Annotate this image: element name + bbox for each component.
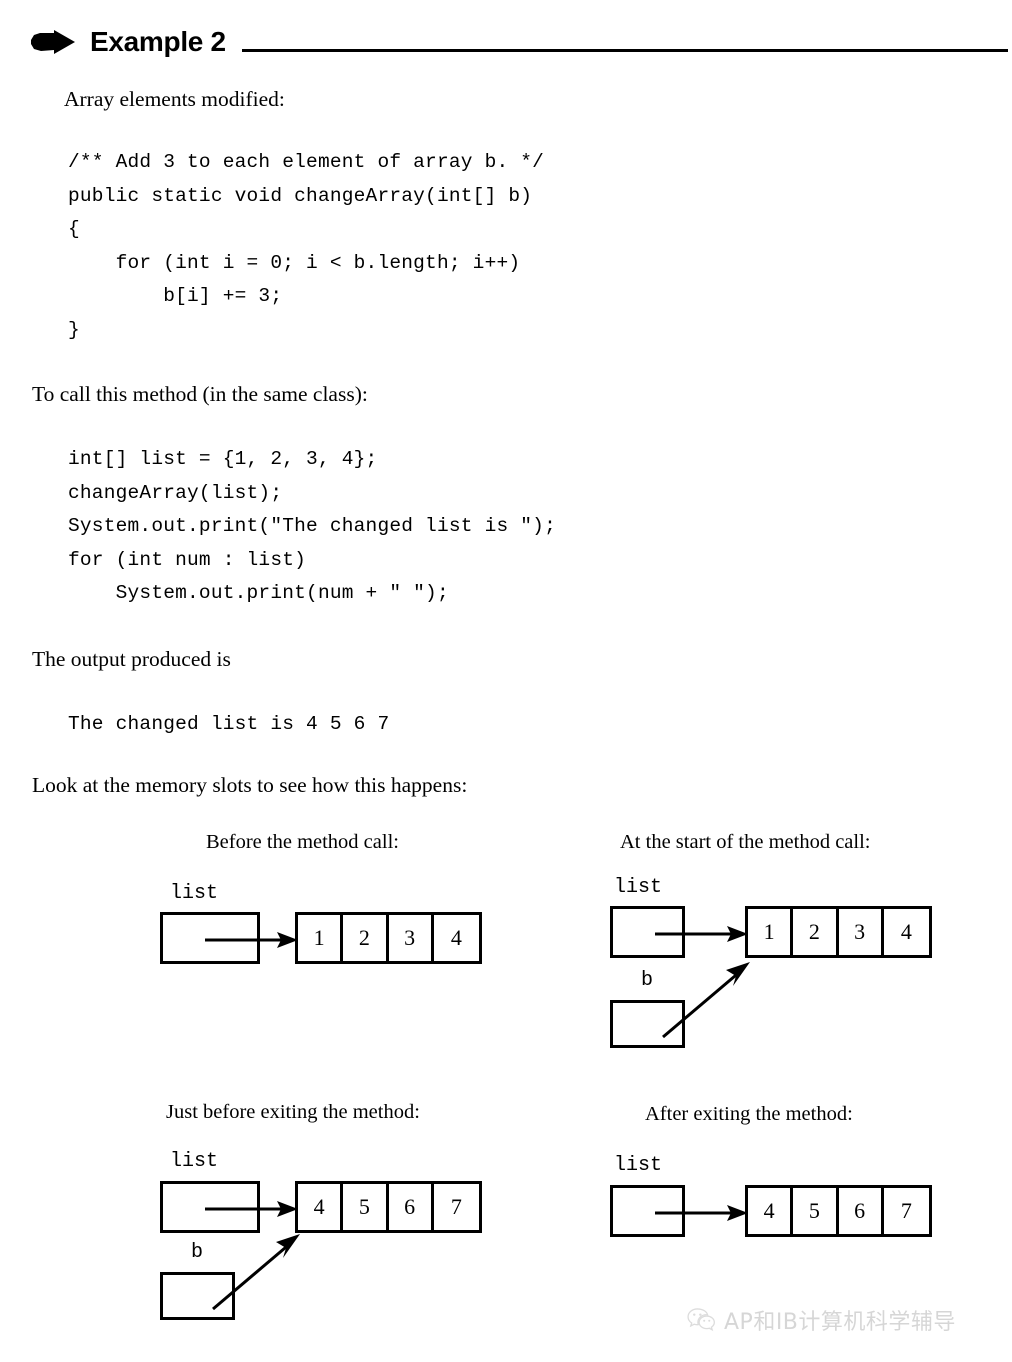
memory-intro-text: Look at the memory slots to see how this… — [32, 773, 468, 797]
diagram-caption: Before the method call: — [206, 831, 399, 853]
code-block-method: /** Add 3 to each element of array b. */… — [68, 151, 545, 341]
code-block-output: The changed list is 4 5 6 7 — [68, 713, 390, 735]
variable-label-list: list — [170, 882, 219, 905]
pointer-arrow-list — [205, 1201, 298, 1217]
array-cell: 4 — [298, 1184, 344, 1230]
array-cell: 4 — [748, 1188, 794, 1234]
array-cell: 7 — [900, 1198, 912, 1223]
array-cell: 3 — [839, 909, 884, 955]
call-intro-text: To call this method (in the same class): — [32, 382, 368, 406]
right-arrow-bullet-icon — [31, 30, 75, 54]
array-cell: 6 — [389, 1184, 434, 1230]
pointer-arrow-b — [212, 1234, 300, 1311]
pointer-arrow-list — [655, 926, 748, 942]
variable-label-b: b — [641, 969, 654, 992]
header-divider — [241, 48, 1008, 52]
diagram-caption: Just before exiting the method: — [166, 1101, 420, 1123]
pointer-arrow-list — [655, 1205, 748, 1221]
array-cell: 7 — [450, 1194, 462, 1219]
array-cell: 4 — [450, 925, 462, 950]
variable-label-list: list — [614, 876, 663, 899]
array-cell: 1 — [748, 909, 794, 955]
array-cell: 3 — [389, 915, 434, 961]
watermark: AP和IB计算机科学辅导 — [686, 1304, 956, 1336]
array-cell: 5 — [793, 1188, 839, 1234]
variable-label-b: b — [191, 1241, 204, 1264]
array-cell: 1 — [298, 915, 344, 961]
intro-text: Array elements modified: — [64, 87, 285, 111]
array-cell: 5 — [343, 1184, 389, 1230]
array-cells: 4 5 6 7 — [745, 1185, 932, 1237]
array-cell: 4 — [900, 919, 912, 944]
document-page: Example 2 Array elements modified: /** A… — [0, 0, 1012, 1362]
page-title: Example 2 — [90, 26, 226, 57]
code-block-caller: int[] list = {1, 2, 3, 4}; changeArray(l… — [68, 448, 556, 605]
wechat-icon — [687, 1308, 715, 1332]
array-cells: 1 2 3 4 — [745, 906, 932, 958]
diagram-caption: After exiting the method: — [645, 1103, 853, 1125]
variable-label-list: list — [170, 1150, 219, 1173]
pointer-arrow-list — [205, 932, 298, 948]
array-cells: 1 2 3 4 — [295, 912, 482, 964]
array-cells: 4 5 6 7 — [295, 1181, 482, 1233]
pointer-arrow-b — [662, 962, 750, 1039]
diagram-caption: At the start of the method call: — [620, 831, 871, 853]
array-cell: 2 — [793, 909, 839, 955]
watermark-text: AP和IB计算机科学辅导 — [724, 1310, 956, 1335]
array-cell: 2 — [343, 915, 389, 961]
output-intro-text: The output produced is — [32, 647, 231, 671]
array-cell: 6 — [839, 1188, 884, 1234]
example-header: Example 2 — [30, 22, 1008, 64]
variable-label-list: list — [614, 1154, 663, 1177]
